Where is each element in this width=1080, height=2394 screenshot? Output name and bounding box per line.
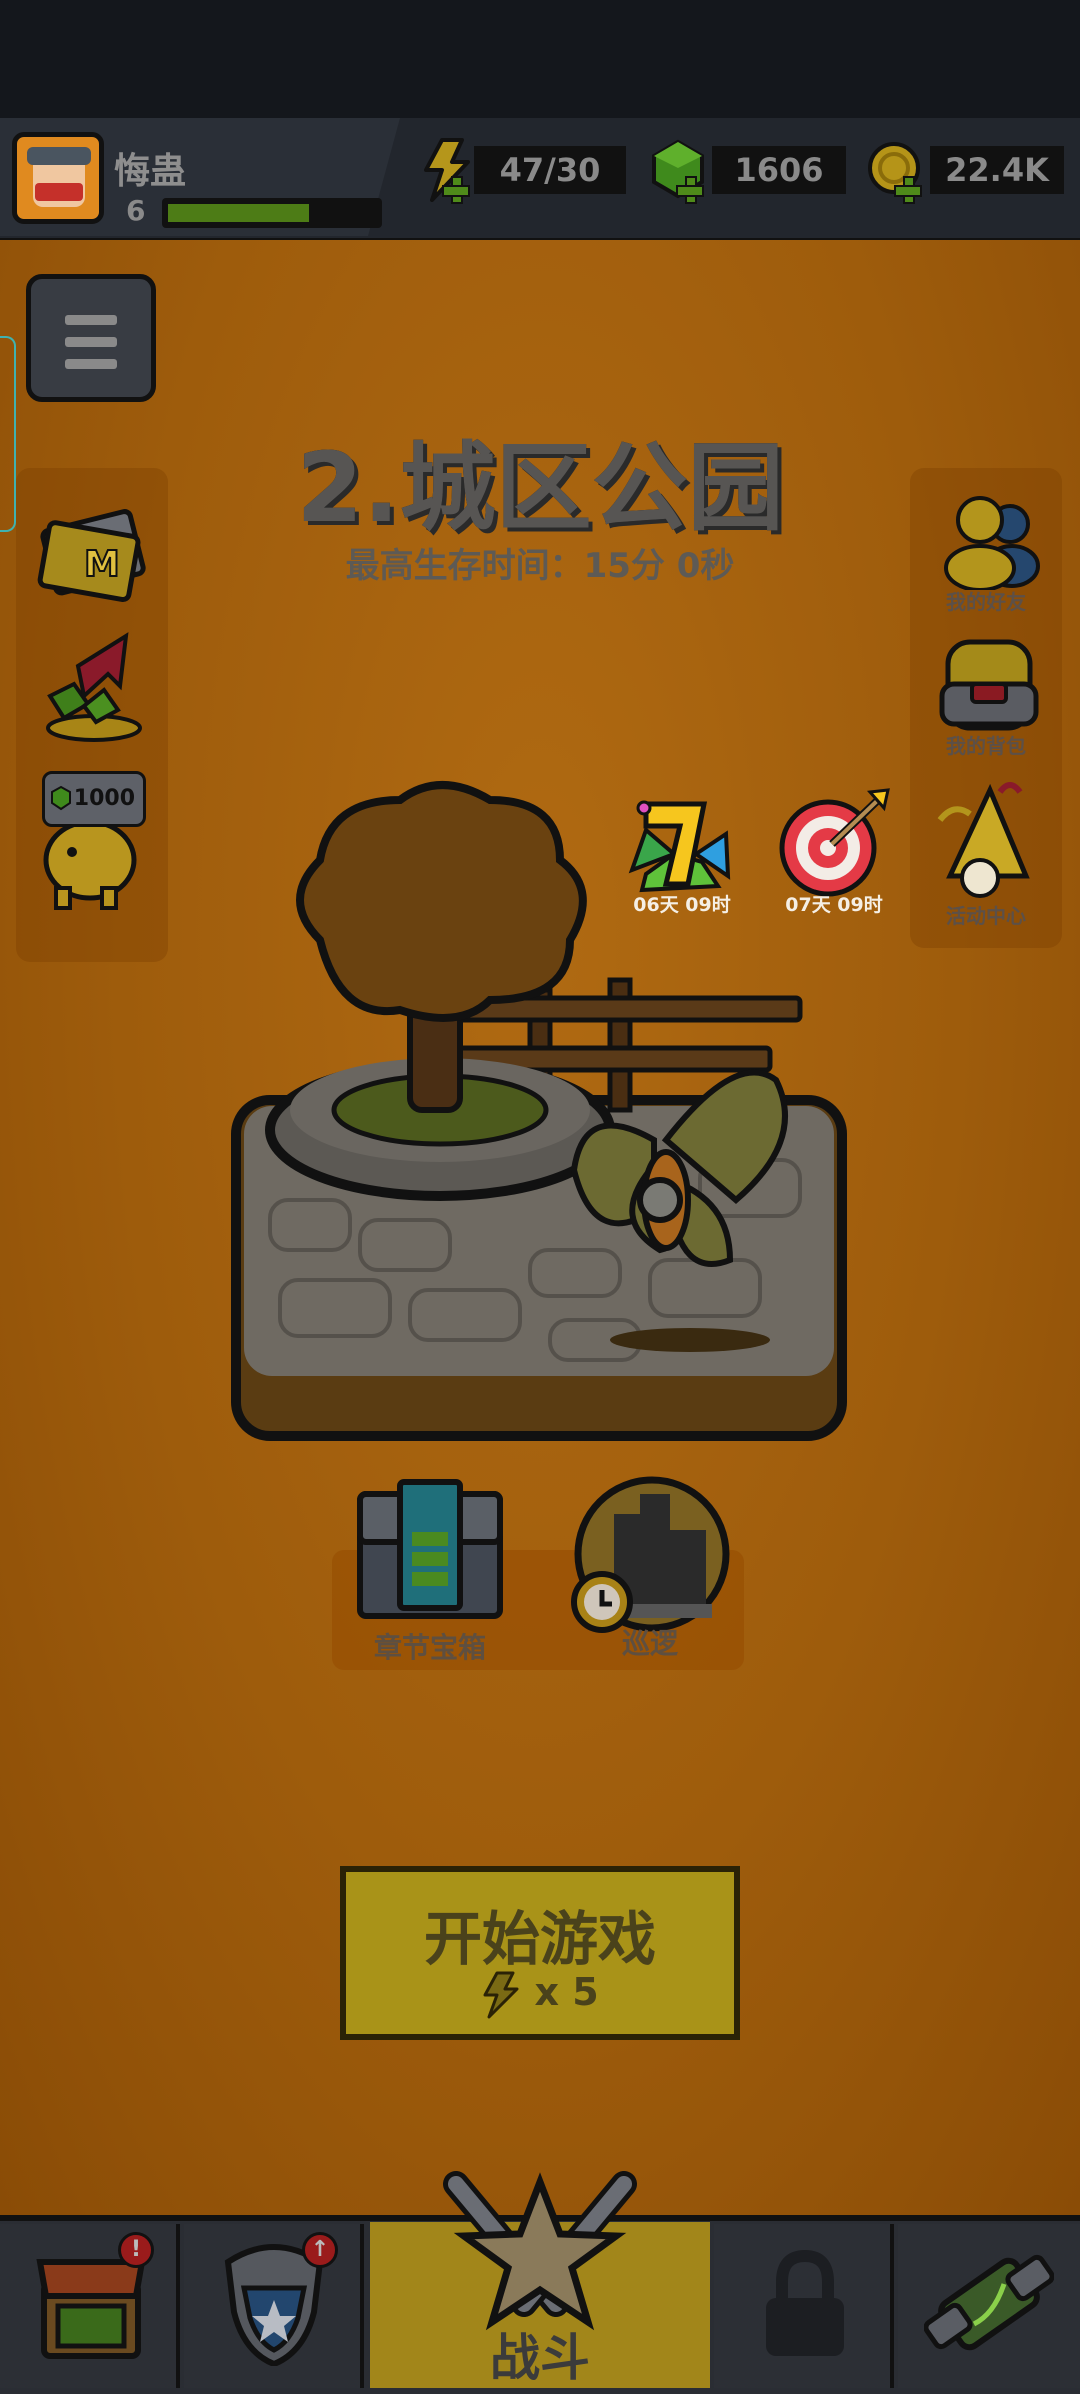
friends-icon[interactable] [934, 490, 1044, 590]
start-game-cost: x 5 [346, 1970, 734, 2019]
event-center-label: 活动中心 [946, 904, 1026, 928]
avatar-mask [35, 183, 83, 201]
add-energy-icon[interactable] [442, 176, 470, 204]
lock-icon [766, 2250, 844, 2356]
energy-cost-value: x 5 [534, 1970, 599, 2014]
nav-evolution[interactable] [898, 2224, 1080, 2388]
menu-button[interactable] [26, 274, 156, 402]
battle-swords-icon [443, 2171, 637, 2331]
xp-bar [162, 198, 382, 228]
piggy-gem-amount: 1000 [73, 786, 135, 811]
patrol-icon[interactable] [566, 1474, 736, 1636]
add-coins-icon[interactable] [894, 176, 922, 204]
energy-cost-icon [483, 1971, 519, 2018]
menu-line [65, 359, 117, 369]
gems-value: 1606 [712, 146, 846, 194]
player-name: 悔蛊 [114, 151, 187, 192]
nav-locked[interactable] [714, 2224, 894, 2388]
event-center-icon[interactable] [930, 780, 1046, 906]
stage-title: 2.城区公园 [296, 432, 784, 544]
dna-evolution-icon [924, 2254, 1054, 2351]
start-game-button[interactable]: 开始游戏 x 5 [340, 1866, 740, 2040]
equipment-upgrade-badge: ↑ [302, 2232, 338, 2268]
growth-fund-icon[interactable] [34, 626, 154, 746]
patrol-label: 巡逻 [621, 1627, 678, 1660]
chapter-chest-label: 章节宝箱 [373, 1631, 486, 1664]
menu-line [65, 315, 117, 325]
xp-bar-fill [168, 204, 309, 222]
menu-line [65, 337, 117, 347]
avatar-headband [27, 147, 91, 165]
energy-value: 47/30 [474, 146, 626, 194]
svg-text:M: M [84, 544, 120, 585]
coins-value: 22.4K [930, 146, 1064, 194]
small-gem-icon [51, 785, 71, 811]
backpack-icon[interactable] [934, 632, 1044, 736]
backpack-label: 我的背包 [946, 734, 1026, 758]
shop-alert-badge: ! [118, 2232, 154, 2268]
monthly-card-icon[interactable]: M [34, 500, 154, 610]
add-gems-icon[interactable] [676, 176, 704, 204]
nav-battle-label: 战斗 [490, 2329, 590, 2387]
start-game-label: 开始游戏 [423, 1905, 656, 1973]
chapter-chest-icon[interactable] [354, 1478, 506, 1622]
stage-best-time: 最高生存时间：15分 0秒 [345, 546, 735, 586]
friends-label: 我的好友 [946, 590, 1026, 614]
player-level: 6 [126, 194, 146, 227]
stage-diorama[interactable] [230, 780, 850, 1450]
system-status-bar [0, 0, 1080, 118]
player-avatar[interactable] [12, 132, 104, 224]
